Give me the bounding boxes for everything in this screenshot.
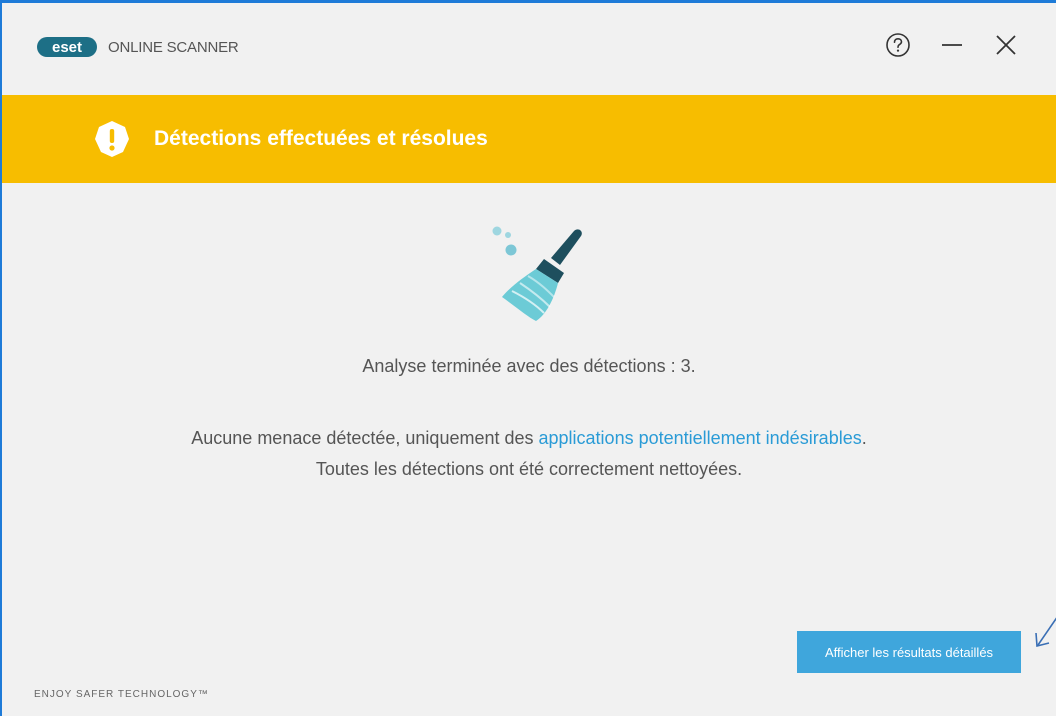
- show-detailed-results-button[interactable]: Afficher les résultats détaillés: [797, 631, 1021, 673]
- pua-link[interactable]: applications potentiellement indésirable…: [539, 428, 862, 448]
- help-button[interactable]: [882, 29, 914, 61]
- svg-text:eset: eset: [52, 39, 82, 56]
- eset-logo: eset ONLINE SCANNER: [36, 35, 239, 59]
- detail-prefix: Aucune menace détectée, uniquement des: [191, 428, 539, 448]
- banner-title: Détections effectuées et résolues: [154, 127, 488, 150]
- close-button[interactable]: [990, 29, 1022, 61]
- eset-logo-icon: eset: [37, 37, 97, 57]
- app-name: ONLINE SCANNER: [108, 38, 239, 56]
- status-banner: Détections effectuées et résolues: [2, 95, 1056, 183]
- window-controls: [882, 29, 1022, 61]
- scan-summary: Analyse terminée avec des détections : 3…: [362, 356, 696, 376]
- close-icon: [996, 35, 1016, 55]
- minimize-icon: [942, 44, 962, 46]
- arrow-icon: [1035, 617, 1056, 648]
- detail-suffix: .: [861, 428, 867, 448]
- eset-window: eset ONLINE SCANNER Détections effectuée…: [0, 0, 1056, 716]
- minimize-button[interactable]: [936, 29, 968, 61]
- detail-line-2: Toutes les détections ont été correcteme…: [315, 459, 743, 479]
- footer-tagline: ENJOY SAFER TECHNOLOGY™: [34, 689, 209, 700]
- help-circle-icon: [886, 33, 910, 57]
- broom-icon: [492, 226, 582, 321]
- detail-line-1: Aucune menace détectée, uniquement des a…: [2, 423, 1056, 454]
- alert-shield-icon: [92, 119, 132, 159]
- scan-detail: Aucune menace détectée, uniquement des a…: [2, 423, 1056, 485]
- title-bar: eset ONLINE SCANNER: [2, 3, 1056, 95]
